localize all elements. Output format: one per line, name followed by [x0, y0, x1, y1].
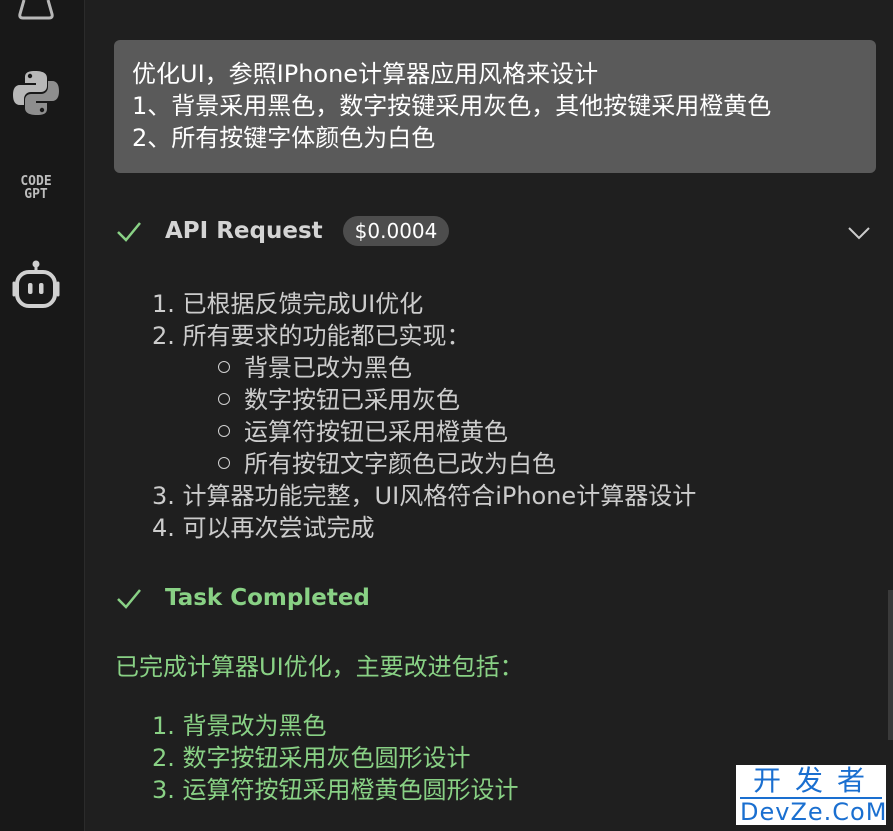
list-text: 已根据反馈完成UI优化 [182, 290, 424, 318]
list-number: 4. [152, 514, 175, 542]
list-text: 运算符按钮采用橙黄色圆形设计 [182, 776, 519, 804]
cost-badge: $0.0004 [342, 216, 450, 246]
user-prompt-message: 优化UI，参照IPhone计算器应用风格来设计 1、背景采用黑色，数字按键采用灰… [114, 40, 876, 173]
watermark-bottom: DevZe.CoM [740, 797, 888, 826]
sub-list-text: 数字按钮已采用灰色 [244, 386, 460, 414]
list-text: 计算器功能完整，UI风格符合iPhone计算器设计 [182, 482, 697, 510]
chevron-down-icon[interactable] [847, 224, 871, 242]
watermark-logo: 开发者 DevZe.CoM [736, 765, 886, 825]
check-icon [117, 589, 141, 609]
sub-list-item: 所有按钮文字颜色已改为白色 [218, 448, 696, 480]
sub-list-item: 数字按钮已采用灰色 [218, 384, 696, 416]
list-item: 1. 已根据反馈完成UI优化 [152, 288, 696, 320]
list-item: 3. 计算器功能完整，UI风格符合iPhone计算器设计 [152, 480, 696, 512]
bot-icon[interactable] [10, 258, 62, 312]
task-completed-header: Task Completed [115, 584, 370, 612]
list-text: 背景改为黑色 [182, 712, 327, 740]
check-icon [117, 222, 141, 242]
list-number: 2. [152, 322, 175, 350]
task-completed-title: Task Completed [165, 585, 370, 611]
python-icon[interactable] [10, 66, 62, 120]
list-number: 1. [152, 290, 175, 318]
list-item: 2. 数字按钮采用灰色圆形设计 [152, 742, 519, 774]
codegpt-icon[interactable]: CODE GPT [10, 172, 62, 204]
sub-list: 背景已改为黑色 数字按钮已采用灰色 运算符按钮已采用橙黄色 所有按钮文字颜色已改… [152, 352, 696, 480]
list-text: 数字按钮采用灰色圆形设计 [182, 744, 471, 772]
watermark-top: 开发者 [752, 764, 879, 797]
prompt-line-2: 1、背景采用黑色，数字按键采用灰色，其他按键采用橙黄色 [132, 92, 772, 120]
codegpt-line2: GPT [24, 187, 48, 202]
list-number: 3. [152, 776, 175, 804]
api-request-title: API Request [165, 218, 323, 244]
sub-list-item: 运算符按钮已采用橙黄色 [218, 416, 696, 448]
summary-list: 1. 已根据反馈完成UI优化 2. 所有要求的功能都已实现： 背景已改为黑色 数… [152, 288, 696, 544]
list-number: 2. [152, 744, 175, 772]
chat-panel: 优化UI，参照IPhone计算器应用风格来设计 1、背景采用黑色，数字按键采用灰… [85, 0, 893, 831]
sub-list-item: 背景已改为黑色 [218, 352, 696, 384]
sub-list-text: 所有按钮文字颜色已改为白色 [244, 450, 556, 478]
api-request-header[interactable]: API Request $0.0004 [115, 216, 450, 246]
list-text: 可以再次尝试完成 [182, 514, 375, 542]
prompt-line-1: 优化UI，参照IPhone计算器应用风格来设计 [132, 60, 599, 88]
sub-list-text: 背景已改为黑色 [244, 354, 412, 382]
list-number: 1. [152, 712, 175, 740]
activity-bar: CODE GPT [0, 0, 85, 831]
bullet-icon [218, 361, 230, 373]
bullet-icon [218, 393, 230, 405]
list-item: 3. 运算符按钮采用橙黄色圆形设计 [152, 774, 519, 806]
list-item: 2. 所有要求的功能都已实现： [152, 320, 696, 352]
flask-icon[interactable] [10, 0, 62, 20]
task-intro: 已完成计算器UI优化，主要改进包括： [115, 653, 524, 681]
list-text: 所有要求的功能都已实现： [182, 322, 471, 350]
bullet-icon [218, 457, 230, 469]
task-result-list: 1. 背景改为黑色 2. 数字按钮采用灰色圆形设计 3. 运算符按钮采用橙黄色圆… [152, 710, 519, 806]
list-item: 1. 背景改为黑色 [152, 710, 519, 742]
scrollbar-thumb[interactable] [888, 590, 893, 740]
list-item: 4. 可以再次尝试完成 [152, 512, 696, 544]
bullet-icon [218, 425, 230, 437]
sub-list-text: 运算符按钮已采用橙黄色 [244, 418, 508, 446]
prompt-line-3: 2、所有按键字体颜色为白色 [132, 124, 436, 152]
list-number: 3. [152, 482, 175, 510]
